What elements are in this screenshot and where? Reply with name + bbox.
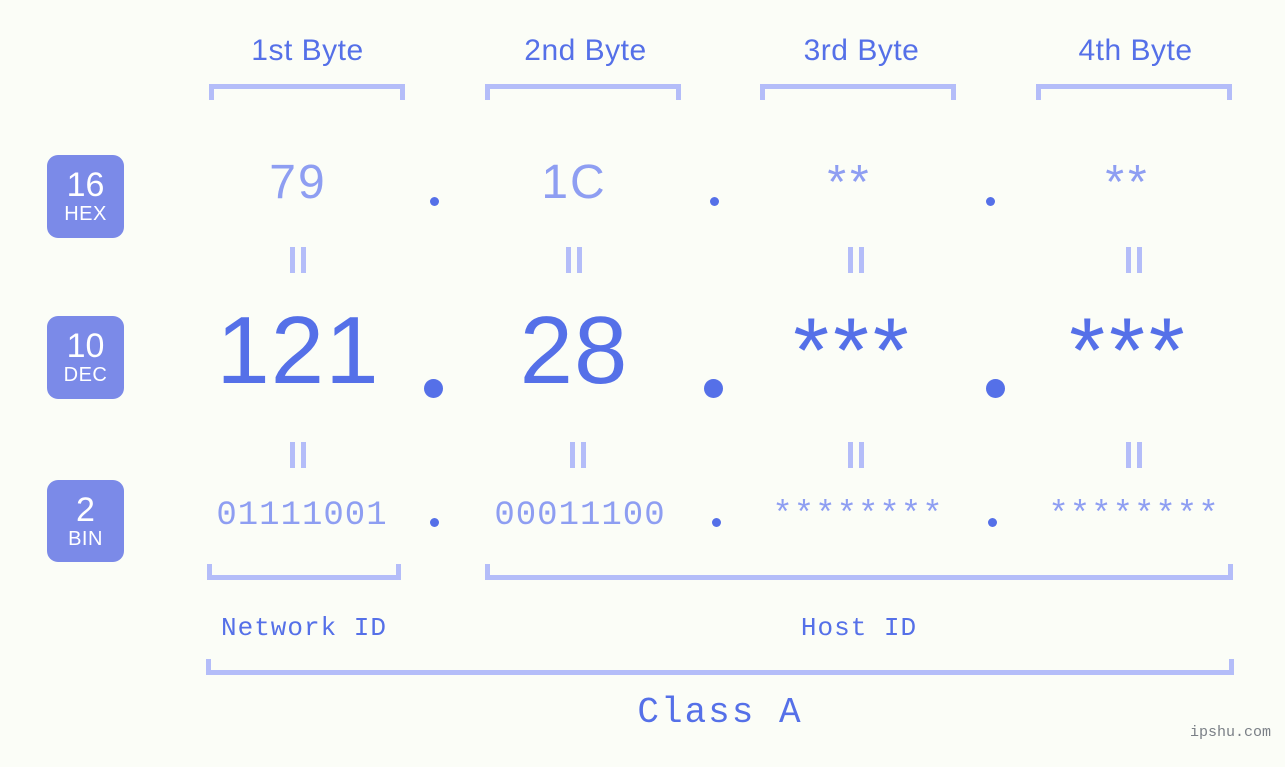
dec-dot-separator-2 bbox=[704, 379, 723, 398]
byte-bracket-3 bbox=[760, 84, 956, 100]
dec-value-byte-1: 121 bbox=[216, 297, 380, 404]
base-badge-dec-label: DEC bbox=[63, 364, 108, 386]
hex-value-byte-1: 79 bbox=[269, 156, 327, 209]
network-id-bracket bbox=[207, 564, 401, 580]
base-badge-hex: 16 HEX bbox=[47, 155, 124, 238]
network-id-label: Network ID bbox=[220, 613, 388, 643]
dec-value-byte-2: 28 bbox=[519, 297, 629, 404]
equals-mark-hex-dec-2 bbox=[566, 247, 582, 273]
dec-value-byte-3: *** bbox=[793, 300, 913, 402]
class-label: Class A bbox=[637, 692, 803, 733]
dec-value-byte-4: *** bbox=[1069, 300, 1189, 402]
dec-dot-separator-1 bbox=[424, 379, 443, 398]
byte-bracket-2 bbox=[485, 84, 681, 100]
equals-mark-dec-bin-3 bbox=[848, 442, 864, 468]
byte-bracket-4 bbox=[1036, 84, 1232, 100]
base-badge-hex-number: 16 bbox=[66, 166, 105, 204]
hex-dot-separator-3 bbox=[986, 197, 995, 206]
base-badge-dec: 10 DEC bbox=[47, 316, 124, 399]
base-badge-bin: 2 BIN bbox=[47, 480, 124, 562]
equals-mark-dec-bin-1 bbox=[290, 442, 306, 468]
equals-mark-dec-bin-2 bbox=[570, 442, 586, 468]
ip-byte-breakdown-diagram: 1st Byte 2nd Byte 3rd Byte 4th Byte 16 H… bbox=[0, 0, 1285, 767]
byte-header-3: 3rd Byte bbox=[803, 34, 920, 67]
hex-value-byte-3: ** bbox=[827, 156, 873, 209]
watermark: ipshu.com bbox=[1189, 724, 1271, 741]
host-id-label: Host ID bbox=[800, 613, 918, 643]
dec-dot-separator-3 bbox=[986, 379, 1005, 398]
bin-value-byte-3: ******** bbox=[772, 497, 944, 535]
host-id-bracket bbox=[485, 564, 1233, 580]
bin-value-byte-1: 01111001 bbox=[216, 497, 388, 535]
bin-dot-separator-2 bbox=[712, 518, 721, 527]
base-badge-bin-number: 2 bbox=[76, 490, 95, 529]
equals-mark-hex-dec-4 bbox=[1126, 247, 1142, 273]
base-badge-dec-number: 10 bbox=[66, 327, 105, 365]
bin-value-byte-4: ******** bbox=[1048, 497, 1220, 535]
equals-mark-dec-bin-4 bbox=[1126, 442, 1142, 468]
byte-header-4: 4th Byte bbox=[1078, 34, 1193, 67]
equals-mark-hex-dec-1 bbox=[290, 247, 306, 273]
byte-bracket-1 bbox=[209, 84, 405, 100]
equals-mark-hex-dec-3 bbox=[848, 247, 864, 273]
base-badge-bin-label: BIN bbox=[68, 527, 103, 550]
hex-value-byte-4: ** bbox=[1105, 156, 1151, 209]
hex-dot-separator-2 bbox=[710, 197, 719, 206]
bin-value-byte-2: 00011100 bbox=[494, 497, 666, 535]
byte-header-1: 1st Byte bbox=[251, 34, 364, 67]
hex-dot-separator-1 bbox=[430, 197, 439, 206]
byte-header-2: 2nd Byte bbox=[524, 34, 647, 67]
class-bracket bbox=[206, 659, 1234, 675]
base-badge-hex-label: HEX bbox=[64, 203, 107, 225]
hex-value-byte-2: 1C bbox=[541, 156, 607, 209]
bin-dot-separator-3 bbox=[988, 518, 997, 527]
bin-dot-separator-1 bbox=[430, 518, 439, 527]
